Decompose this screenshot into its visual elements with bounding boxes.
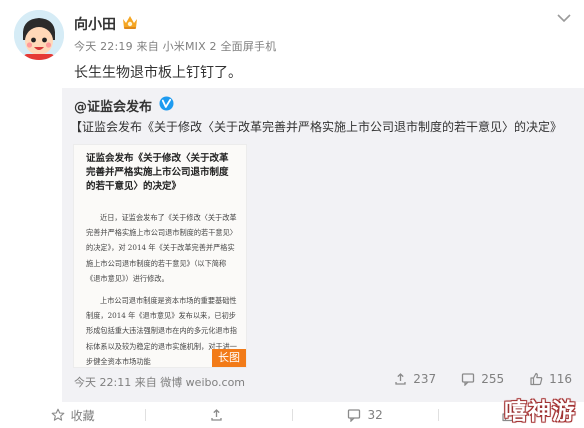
- thumbs-up-icon: [530, 372, 543, 386]
- watermark: 嘻神游: [504, 399, 576, 425]
- repost-comment-button[interactable]: 255: [461, 372, 504, 386]
- repost-author[interactable]: @证监会发布: [74, 96, 152, 115]
- footer-comment-count: 32: [367, 408, 383, 422]
- vip-badge-icon[interactable]: [121, 13, 139, 31]
- comment-icon: [462, 373, 475, 386]
- post-meta: 今天 22:19 来自 小米MIX 2 全面屏手机: [74, 40, 277, 53]
- share-count: 237: [413, 372, 437, 386]
- cartoon-face-icon: [14, 10, 64, 60]
- comment-icon: [348, 409, 361, 422]
- post-text: 长生生物退市板上钉钉了。: [74, 65, 242, 81]
- repost-meta: 今天 22:11 来自 微博 weibo.com: [74, 376, 246, 389]
- favorite-label: 收藏: [70, 408, 95, 423]
- repost-card[interactable]: @证监会发布 【证监会发布《关于修改〈关于改革完善并严格实施上市公司退市制度的若…: [62, 88, 584, 402]
- document-title: 证监会发布《关于修改〈关于改革完善并严格实施上市公司退市制度的若干意见〉的决定》: [86, 153, 229, 192]
- share-button[interactable]: [146, 402, 291, 428]
- repost-share-button[interactable]: 237: [393, 372, 436, 386]
- favorite-button[interactable]: 收藏: [0, 402, 145, 428]
- comment-count: 255: [481, 372, 505, 386]
- repost-actions: 237 255 116: [368, 372, 572, 386]
- weibo-post: 向小田 今天 22:19 来自 小米MIX 2 全面屏手机 长生生物退市板上钉钉…: [0, 0, 584, 428]
- share-icon: [211, 409, 222, 421]
- star-icon: [51, 408, 64, 421]
- avatar[interactable]: [14, 10, 64, 60]
- long-image-thumbnail[interactable]: 证监会发布《关于修改〈关于改革完善并严格实施上市公司退市制度的若干意见〉的决定》…: [74, 145, 246, 367]
- comment-button[interactable]: 32: [293, 402, 438, 428]
- repost-text: 【证监会发布《关于修改〈关于改革完善并严格实施上市公司退市制度的若干意见〉的决定…: [70, 120, 563, 134]
- user-name[interactable]: 向小田: [74, 14, 116, 34]
- like-count: 116: [549, 372, 572, 386]
- long-image-badge: 长图: [212, 349, 246, 367]
- share-icon: [395, 373, 406, 385]
- document-body: 近日，证监会发布了《关于修改〈关于改革完善并严格实施上市公司退市制度的若干意见〉…: [86, 210, 238, 367]
- document-paragraph: 近日，证监会发布了《关于修改〈关于改革完善并严格实施上市公司退市制度的若干意见〉…: [86, 213, 237, 283]
- verified-icon: [159, 96, 174, 111]
- chevron-down-icon[interactable]: [556, 12, 572, 24]
- post-footer: 收藏 32: [0, 402, 584, 428]
- repost-like-button[interactable]: 116: [529, 372, 572, 386]
